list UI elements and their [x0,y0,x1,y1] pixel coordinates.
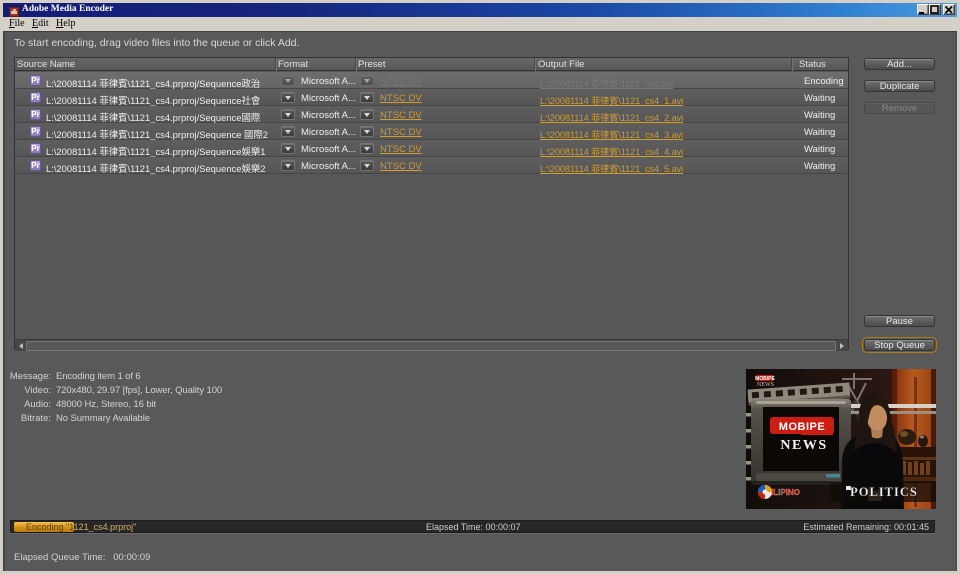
svg-text:ILIPINO: ILIPINO [771,488,800,497]
svg-text:POLITICS: POLITICS [850,485,918,499]
svg-text:NEWS: NEWS [757,382,774,388]
svg-text:MOBIPE: MOBIPE [779,421,825,433]
svg-text:NEWS: NEWS [780,438,827,453]
